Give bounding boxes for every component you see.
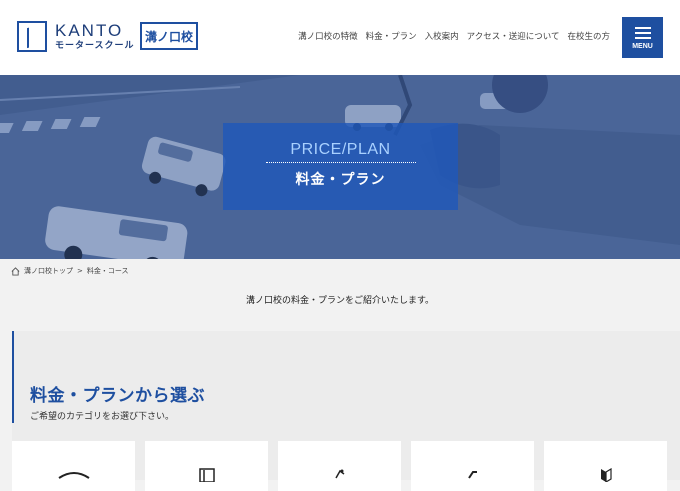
- hero-title-jp: 料金・プラン: [295, 172, 386, 188]
- hero-divider: [265, 162, 416, 163]
- global-nav: 溝ノ口校の特徴 料金・プラン 入校案内 アクセス・送迎について 在校生の方: [290, 30, 610, 42]
- intro-text: 溝ノ口校の料金・プランをご紹介いたします。: [245, 296, 435, 306]
- nav-item-admission[interactable]: 入校案内: [425, 30, 459, 42]
- hero-title-box: PRICE/PLAN 料金・プラン: [223, 123, 458, 210]
- menu-button[interactable]: MENU: [622, 17, 663, 58]
- branch-badge[interactable]: 溝ノ口校: [140, 22, 198, 50]
- site-logo[interactable]: KANTO モータースクール: [17, 21, 135, 52]
- scooter-icon: [467, 471, 477, 479]
- section-subtitle: ご希望のカテゴリをお選び下さい。: [30, 412, 175, 422]
- breadcrumb-home[interactable]: 溝ノ口校トップ: [24, 266, 73, 276]
- logo-mark-icon: [17, 21, 47, 52]
- category-card-beginner[interactable]: [544, 441, 667, 491]
- category-cards: [12, 441, 677, 491]
- hero-banner: PRICE/PLAN 料金・プラン: [0, 75, 680, 259]
- category-card-car[interactable]: [12, 441, 135, 491]
- breadcrumb: 溝ノ口校トップ > 料金・コース: [11, 266, 129, 276]
- category-card-motorcycle[interactable]: [278, 441, 401, 491]
- logo-sub-text: モータースクール: [55, 41, 135, 51]
- hamburger-icon: [634, 26, 651, 29]
- menu-label: MENU: [632, 43, 653, 50]
- motorcycle-icon: [334, 469, 344, 479]
- breadcrumb-current: 料金・コース: [86, 267, 129, 275]
- section-title: 料金・プランから選ぶ: [30, 386, 205, 406]
- car-icon: [57, 472, 90, 479]
- nav-item-access[interactable]: アクセス・送迎について: [467, 30, 560, 42]
- nav-item-students[interactable]: 在校生の方: [567, 30, 610, 42]
- category-card-scooter[interactable]: [411, 441, 534, 491]
- site-header: KANTO モータースクール 溝ノ口校 溝ノ口校の特徴 料金・プラン 入校案内 …: [0, 0, 680, 75]
- nav-item-price[interactable]: 料金・プラン: [366, 30, 417, 42]
- logo-main-text: KANTO: [55, 21, 124, 40]
- nav-item-features[interactable]: 溝ノ口校の特徴: [298, 30, 358, 42]
- section-accent-bar: [12, 331, 14, 423]
- breadcrumb-separator: >: [77, 267, 83, 275]
- home-icon: [11, 266, 20, 276]
- hero-title-en: PRICE/PLAN: [290, 141, 391, 158]
- category-card-door[interactable]: [145, 441, 268, 491]
